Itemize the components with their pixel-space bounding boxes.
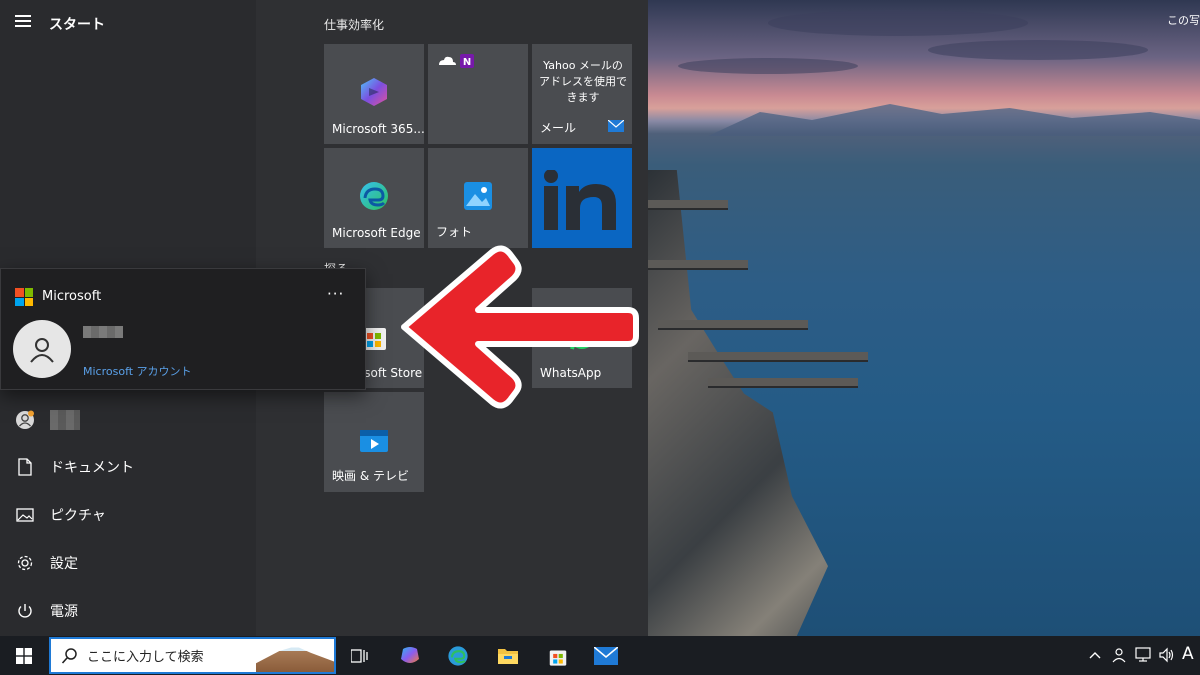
gear-icon (14, 552, 36, 574)
mail-icon (607, 117, 625, 136)
mail-taskbar-button[interactable] (586, 636, 626, 675)
copilot-icon (401, 646, 419, 663)
microsoft-logo-icon (15, 288, 33, 306)
tile-microsoft-edge[interactable]: Microsoft Edge (324, 148, 424, 248)
wooden-pier (648, 170, 828, 636)
user-icon (14, 409, 36, 431)
document-icon (14, 456, 36, 478)
cloud (928, 40, 1148, 60)
cloud (768, 10, 1028, 36)
microsoft-account-link[interactable]: Microsoft アカウント (83, 363, 192, 379)
file-explorer-icon (498, 648, 518, 664)
search-icon (61, 647, 77, 664)
hamburger-menu-icon[interactable] (15, 15, 35, 31)
microsoft-365-icon (358, 76, 390, 108)
distant-mountains (708, 104, 1200, 136)
tile-label: メール (540, 121, 577, 135)
pier-plank (658, 320, 808, 330)
tile-photos[interactable]: フォト (428, 148, 528, 248)
rail-item-documents[interactable]: ドキュメント (0, 445, 256, 489)
search-input[interactable]: ここに入力して検索 (49, 637, 336, 674)
tile-label: 映画 & テレビ (332, 469, 409, 483)
copilot-button[interactable] (390, 636, 430, 675)
task-view-button[interactable] (340, 636, 380, 675)
edge-icon (448, 645, 468, 666)
start-button[interactable] (0, 636, 48, 675)
task-view-icon (351, 648, 368, 663)
tile-label: Microsoft 365... (332, 122, 425, 136)
rail-item-label: ドキュメント (50, 460, 134, 476)
avatar (13, 320, 71, 378)
taskbar: ここに入力して検索 A (0, 636, 1200, 675)
rail-item-power[interactable]: 電源 (0, 589, 256, 633)
tile-label: フォト (436, 225, 473, 239)
rail-item-pictures[interactable]: ピクチャ (0, 493, 256, 537)
tile-label: Microsoft Edge (332, 226, 421, 240)
red-arrow-annotation (401, 245, 639, 409)
tile-mail-text: Yahoo メールのアドレスを使用できます (539, 59, 627, 104)
network-icon[interactable] (1134, 646, 1152, 664)
volume-icon[interactable] (1158, 646, 1176, 664)
rail-item-label: 設定 (50, 556, 78, 572)
flyout-brand: Microsoft (42, 289, 102, 304)
desktop-corner-label: この写 (1167, 14, 1200, 27)
ime-indicator[interactable]: A (1182, 644, 1194, 664)
account-flyout: Microsoft ··· Microsoft アカウント (0, 268, 366, 390)
tile-microsoft-365[interactable]: Microsoft 365... (324, 44, 425, 144)
store-taskbar-button[interactable] (538, 636, 578, 675)
edge-taskbar-button[interactable] (438, 636, 478, 675)
pier-plank (648, 200, 728, 210)
chevron-up-icon[interactable] (1086, 646, 1104, 664)
pier-plank (708, 378, 858, 388)
pier-plank (688, 352, 868, 362)
movies-tv-icon (358, 424, 390, 456)
start-title: スタート (49, 17, 105, 33)
mail-icon (594, 646, 618, 665)
photos-icon (462, 180, 494, 212)
linkedin-icon (544, 169, 620, 230)
cloud (678, 58, 858, 74)
rail-item-label: ピクチャ (50, 508, 106, 524)
people-icon[interactable] (1110, 646, 1128, 664)
edge-icon (358, 180, 390, 212)
more-options-button[interactable]: ··· (327, 285, 344, 303)
windows-logo-icon (16, 647, 32, 664)
tile-mail[interactable]: Yahoo メールのアドレスを使用できます メール (532, 44, 632, 144)
tile-group-header[interactable]: 仕事効率化 (324, 16, 384, 33)
onedrive-onenote-icon: N (436, 52, 476, 70)
store-icon (549, 650, 567, 666)
pier-plank (648, 260, 748, 270)
picture-icon (14, 504, 36, 526)
account-name-redacted (83, 326, 123, 338)
tile-linkedin[interactable] (532, 148, 632, 248)
tile-onedrive-onenote[interactable]: N (428, 44, 528, 144)
search-highlight-image (256, 647, 334, 672)
rail-item-user[interactable] (0, 398, 256, 442)
search-placeholder: ここに入力して検索 (87, 650, 204, 665)
svg-text:N: N (463, 57, 471, 68)
rail-item-label: 電源 (50, 604, 78, 620)
rail-item-settings[interactable]: 設定 (0, 541, 256, 585)
rail-user-name (50, 410, 80, 430)
power-icon (14, 600, 36, 622)
file-explorer-button[interactable] (488, 636, 528, 675)
desktop-wallpaper: この写 (648, 0, 1200, 636)
